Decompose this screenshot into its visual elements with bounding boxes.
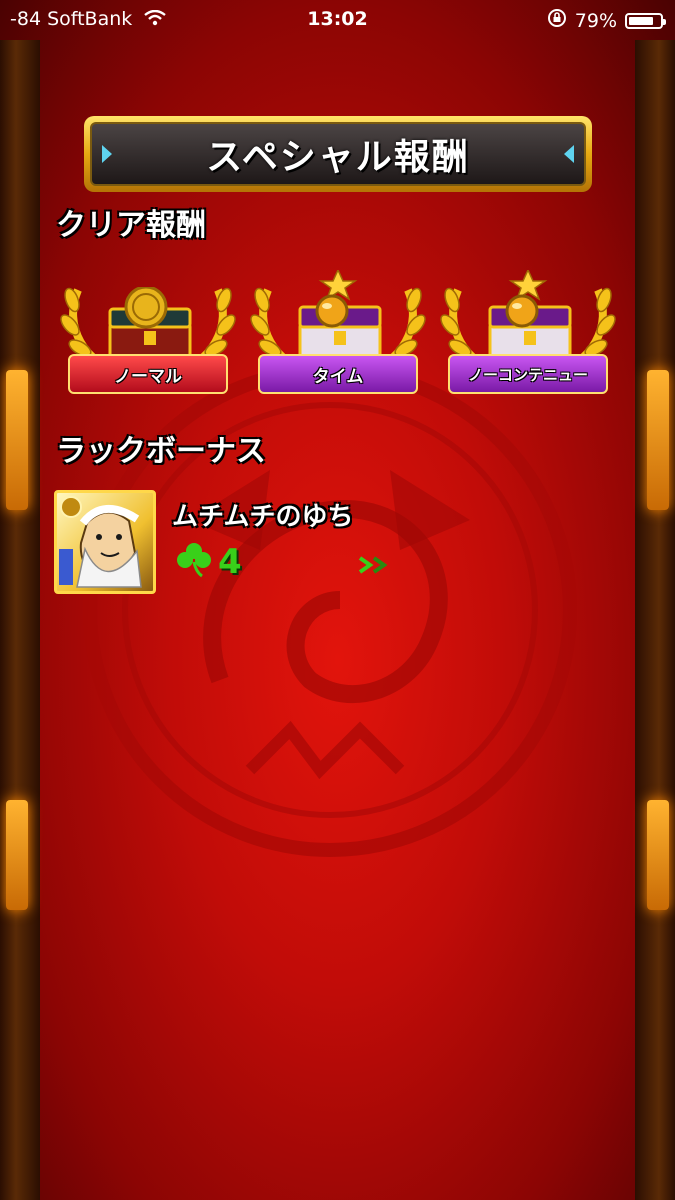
ribbon-label-no-continue: ノーコンテニュー xyxy=(448,354,608,394)
character-name: ムチムチのゆち xyxy=(172,502,354,532)
reward-time[interactable]: タイム xyxy=(248,252,428,417)
title-banner: スペシャル報酬 xyxy=(84,116,592,192)
status-bar: -84 SoftBank 13:02 79% xyxy=(0,0,675,38)
left-frame-decoration xyxy=(0,40,40,1200)
ribbon-label-time: タイム xyxy=(258,354,418,394)
clear-rewards-heading: クリア報酬 xyxy=(56,208,206,243)
status-left: -84 SoftBank xyxy=(10,8,167,31)
character-portrait-icon[interactable] xyxy=(54,490,156,594)
battery-level xyxy=(629,16,653,25)
page-title: スペシャル報酬 xyxy=(206,137,470,178)
battery-percent: 79% xyxy=(574,9,617,32)
right-frame-decoration xyxy=(635,40,675,1200)
game-screen: -84 SoftBank 13:02 79% スペシャル報酬 クリア報酬 ノーマ… xyxy=(0,0,675,1200)
luck-value-row: 4 xyxy=(176,542,242,582)
wifi-icon xyxy=(144,9,167,31)
title-banner-inner: スペシャル報酬 xyxy=(90,122,586,186)
left-arrow-icon xyxy=(102,145,112,163)
reward-no-continue[interactable]: ノーコンテニュー xyxy=(438,252,618,417)
double-arrow-icon[interactable] xyxy=(358,556,394,578)
rotation-lock-icon xyxy=(547,8,567,33)
clover-icon xyxy=(176,542,212,582)
right-arrow-icon xyxy=(564,145,574,163)
luck-value: 4 xyxy=(218,542,242,582)
battery-icon xyxy=(625,12,666,29)
ribbon-label-normal: ノーマル xyxy=(68,354,228,394)
carrier-label: -84 SoftBank xyxy=(10,8,133,30)
luck-bonus-row[interactable]: ムチムチのゆち 4 xyxy=(54,490,614,600)
luck-bonus-heading: ラックボーナス xyxy=(56,434,266,469)
reward-normal[interactable]: ノーマル xyxy=(58,252,238,417)
status-right: 79% xyxy=(547,8,666,33)
